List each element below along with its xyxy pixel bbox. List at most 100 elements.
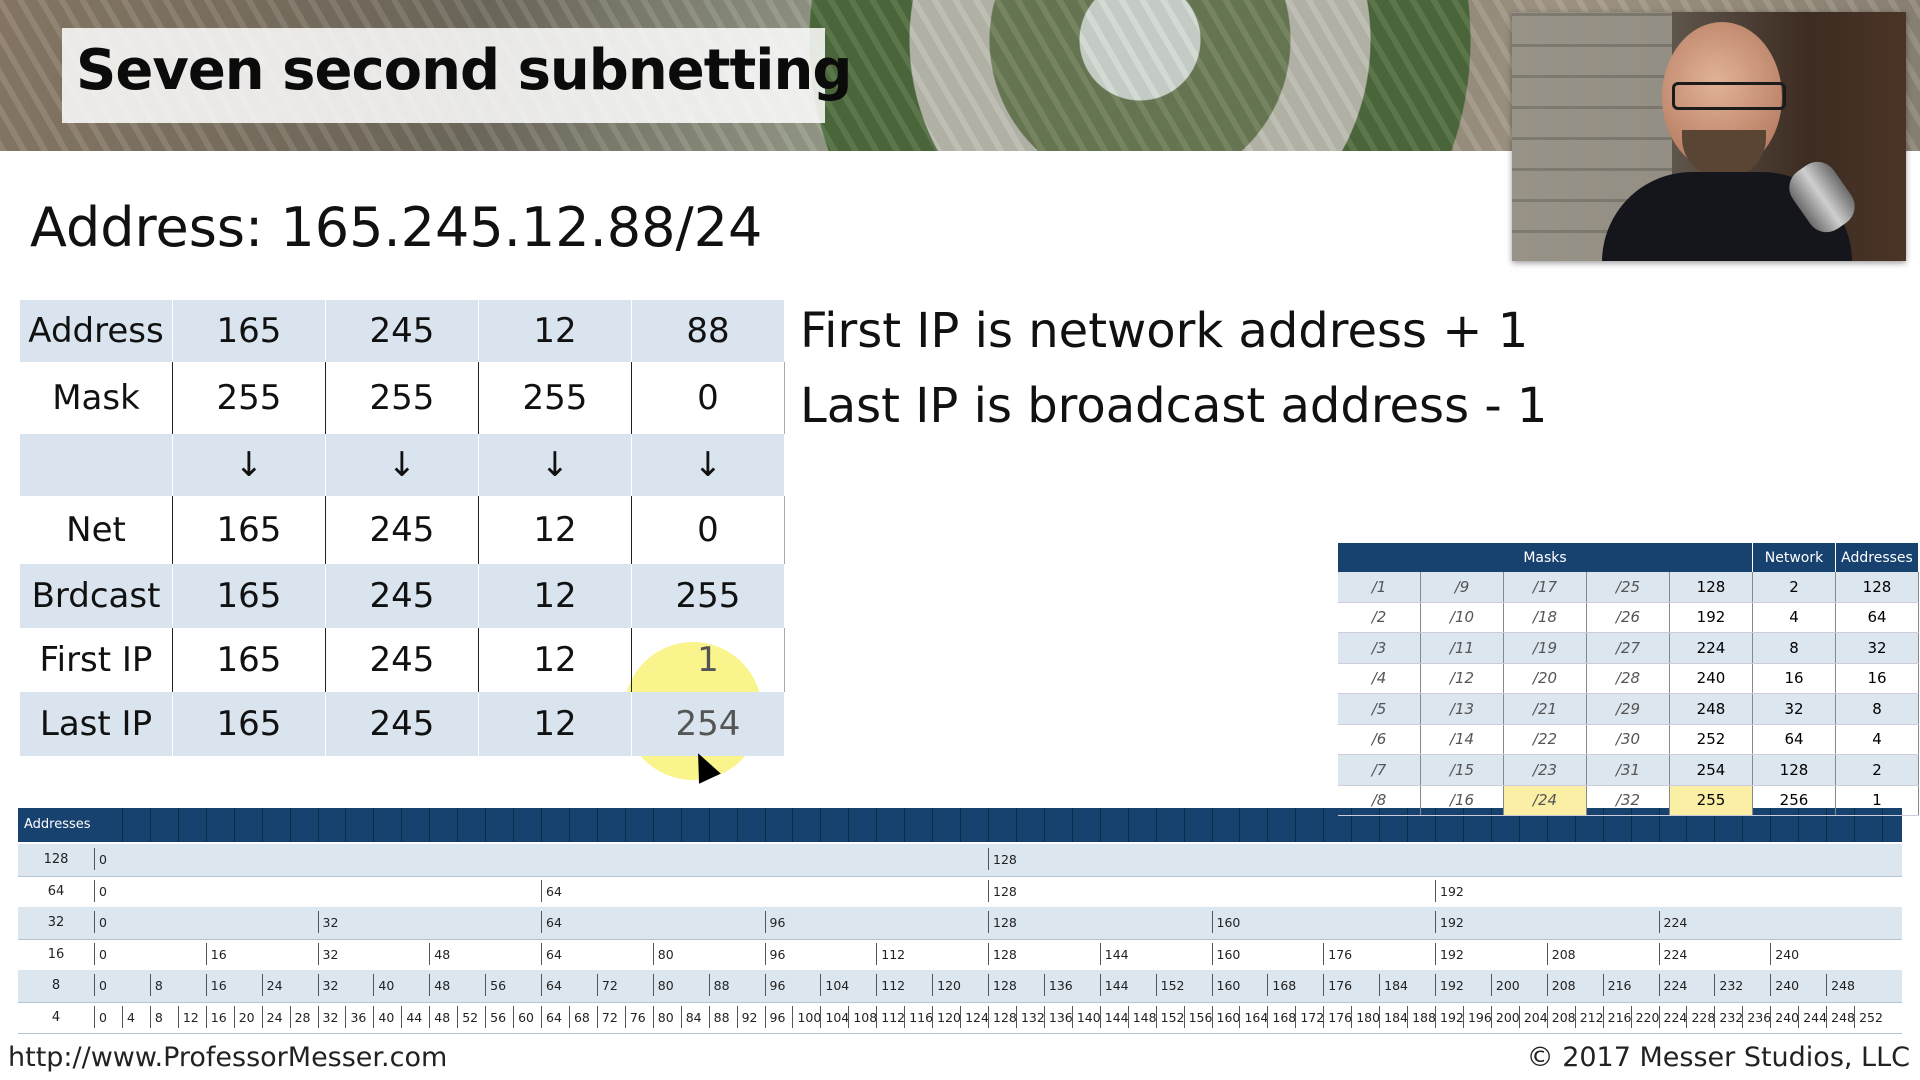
header-segment xyxy=(178,808,207,842)
octet-cell: 255 xyxy=(478,362,632,434)
mask-cell: /13 xyxy=(1420,693,1504,725)
mask-cell: /30 xyxy=(1586,724,1670,755)
octet-cell: 255 xyxy=(631,564,785,628)
octet-cell: 12 xyxy=(478,628,632,692)
block-start-cell: 192 xyxy=(1435,1005,1464,1028)
block-start-cell: 0 xyxy=(94,974,107,996)
mask-cell: /3 xyxy=(1338,632,1421,664)
mask-cell: /28 xyxy=(1586,663,1670,694)
mask-cell: /5 xyxy=(1338,693,1421,725)
header-segment xyxy=(1128,808,1157,842)
block-start-cell: 160 xyxy=(1211,974,1240,996)
block-start-cell: 176 xyxy=(1323,974,1352,996)
row-label xyxy=(20,434,173,496)
mask-cell: 128 xyxy=(1669,572,1753,603)
block-start-cell: 112 xyxy=(876,974,905,996)
block-start-cell: 156 xyxy=(1183,1005,1212,1028)
block-start-cell: 244 xyxy=(1798,1005,1827,1028)
block-start-cell: 140 xyxy=(1071,1005,1101,1028)
mask-cell: 16 xyxy=(1835,663,1919,694)
block-start-cell: 64 xyxy=(541,879,562,902)
mask-cell: 254 xyxy=(1669,754,1753,786)
octet-cell: 88 xyxy=(631,300,785,362)
mask-cell: /19 xyxy=(1503,632,1587,664)
block-start-cell: 112 xyxy=(876,1005,905,1028)
block-start-cell: 32 xyxy=(317,942,338,965)
header-segment xyxy=(122,808,151,842)
block-start-cell: 64 xyxy=(541,911,562,933)
subnet-row: Address 165 245 12 88 xyxy=(20,300,785,362)
block-start-cell: 252 xyxy=(1854,1005,1883,1028)
block-start-cell: 44 xyxy=(401,1005,422,1028)
mask-cell: /24 xyxy=(1503,785,1587,816)
block-start-cell: 232 xyxy=(1714,974,1743,996)
octet-cell: 245 xyxy=(325,496,479,564)
header-segment xyxy=(150,808,179,842)
block-start-cell: 0 xyxy=(94,848,107,870)
presenter-webcam xyxy=(1512,12,1906,261)
mask-cell: 192 xyxy=(1669,602,1753,633)
block-start-cell: 240 xyxy=(1770,942,1799,965)
block-start-cell: 152 xyxy=(1155,974,1184,996)
block-start-cell: 28 xyxy=(289,1005,310,1028)
subnet-row: Net 165 245 12 0 xyxy=(20,496,785,564)
block-start-cell: 124 xyxy=(960,1005,989,1028)
block-start-cell: 96 xyxy=(764,942,785,965)
header-segment xyxy=(904,808,934,842)
address-heading: Address: 165.245.12.88/24 xyxy=(30,196,763,259)
block-start-cell: 112 xyxy=(876,942,905,965)
header-segment xyxy=(1156,808,1185,842)
block-row: 64 0 64 128 192 xyxy=(18,876,1902,908)
block-start-cell: 100 xyxy=(792,1005,821,1028)
header-segment xyxy=(848,808,878,842)
block-start-cell: 48 xyxy=(429,942,450,965)
octet-cell: 0 xyxy=(631,362,785,434)
header-segment xyxy=(1072,808,1101,842)
subnet-row: Mask 255 255 255 0 xyxy=(20,362,785,434)
block-start-cell: 92 xyxy=(736,1005,757,1028)
block-start-cell: 224 xyxy=(1658,942,1687,965)
mask-cell: 32 xyxy=(1835,632,1919,664)
header-segment xyxy=(234,808,263,842)
block-start-cell: 0 xyxy=(94,911,107,933)
block-start-cell: 128 xyxy=(988,848,1017,870)
subnet-row: ↓ ↓ ↓ ↓ xyxy=(20,434,785,496)
octet-cell: 254 xyxy=(631,692,785,756)
block-start-cell: 64 xyxy=(541,1005,562,1028)
mask-cell: 64 xyxy=(1752,724,1836,755)
octet-cell: ↓ xyxy=(631,434,785,496)
network-header: Network xyxy=(1752,543,1836,572)
block-start-cell: 208 xyxy=(1546,974,1576,996)
block-size-label: 32 xyxy=(47,915,65,930)
block-start-cell: 128 xyxy=(988,974,1017,996)
block-start-cell: 36 xyxy=(345,1005,366,1028)
octet-cell: 12 xyxy=(478,692,632,756)
header-segment xyxy=(876,808,906,842)
slide-title: Seven second subnetting xyxy=(76,38,852,103)
block-start-cell: 84 xyxy=(680,1005,702,1028)
mask-cell: /1 xyxy=(1338,572,1421,603)
header-segment xyxy=(1239,808,1269,842)
block-start-cell: 96 xyxy=(764,974,785,996)
mask-cell: /6 xyxy=(1338,724,1421,755)
header-segment xyxy=(262,808,291,842)
block-start-cell: 148 xyxy=(1127,1005,1157,1028)
masks-header: Masks xyxy=(1338,543,1753,572)
mask-cell: /14 xyxy=(1420,724,1504,755)
block-start-cell: 8 xyxy=(149,974,163,996)
block-start-cell: 116 xyxy=(904,1005,933,1028)
block-row: 16 0 16 32 48 64 80 96 112 128 144 160 176 192 208 224 2… xyxy=(18,939,1902,971)
mask-cell: /20 xyxy=(1503,663,1587,694)
mask-cell: 8 xyxy=(1752,632,1836,664)
block-start-cell: 128 xyxy=(988,911,1017,933)
addresses-header: Addresses xyxy=(1835,543,1919,572)
block-start-cell: 168 xyxy=(1267,1005,1296,1028)
mask-row: /6/14/22/30 252 64 4 xyxy=(1338,724,1919,755)
block-start-cell: 240 xyxy=(1770,974,1799,996)
mask-cell: 224 xyxy=(1669,632,1753,664)
header-segment xyxy=(988,808,1017,842)
block-start-cell: 172 xyxy=(1295,1005,1324,1028)
octet-cell: 12 xyxy=(478,496,632,564)
block-start-cell: 176 xyxy=(1323,942,1352,965)
row-label: Address xyxy=(20,300,173,362)
